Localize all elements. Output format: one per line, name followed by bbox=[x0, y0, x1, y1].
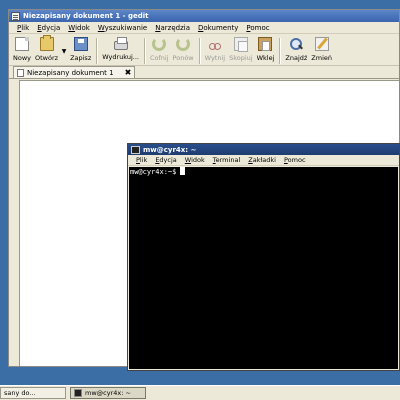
dropdown-arrow-icon: ▼ bbox=[61, 47, 67, 55]
term-menu-plik[interactable]: Plik bbox=[132, 156, 151, 164]
menu-plik[interactable]: Plik bbox=[13, 24, 33, 32]
redo-button-label: Ponów bbox=[172, 54, 194, 62]
gedit-app-icon bbox=[11, 11, 20, 21]
terminal-titlebar[interactable]: mw@cyr4x: ~ bbox=[128, 144, 399, 155]
menu-narzedzia[interactable]: Narzędzia bbox=[151, 24, 194, 32]
new-button-label: Nowy bbox=[13, 54, 32, 62]
menu-pomoc[interactable]: Pomoc bbox=[242, 24, 273, 32]
taskbar-item-gedit[interactable]: sany do... bbox=[0, 387, 66, 399]
open-button[interactable]: Otwórz bbox=[33, 35, 60, 66]
save-button[interactable]: Zapisz bbox=[68, 36, 93, 66]
new-button[interactable]: Nowy bbox=[11, 36, 33, 66]
gedit-toolbar: Nowy Otwórz ▼ Zapisz Wydrukuj... Cofnij … bbox=[9, 34, 399, 66]
replace-icon bbox=[314, 37, 329, 51]
toolbar-separator bbox=[144, 38, 145, 64]
cut-button[interactable]: Wytnij bbox=[203, 36, 227, 66]
printer-icon bbox=[113, 37, 128, 50]
taskbar-item-label: sany do... bbox=[4, 389, 36, 397]
redo-button[interactable]: Ponów bbox=[171, 36, 196, 66]
menu-edycja[interactable]: Edycja bbox=[33, 24, 64, 32]
gedit-menubar: Plik Edycja Widok Wyszukiwanie Narzędzia… bbox=[9, 22, 399, 34]
terminal-app-icon bbox=[131, 145, 140, 154]
menu-wyszukiwanie[interactable]: Wyszukiwanie bbox=[94, 24, 151, 32]
gedit-title: Niezapisany dokument 1 - gedit bbox=[23, 12, 149, 20]
terminal-window: mw@cyr4x: ~ Plik Edycja Widok Terminal Z… bbox=[127, 143, 400, 371]
redo-icon bbox=[176, 37, 191, 51]
term-menu-zakladki[interactable]: Zakładki bbox=[244, 156, 280, 164]
scissors-icon bbox=[208, 37, 222, 51]
terminal-menubar: Plik Edycja Widok Terminal Zakładki Pomo… bbox=[128, 155, 399, 166]
terminal-screen[interactable]: mw@cyr4x:~$ bbox=[129, 167, 398, 369]
save-icon bbox=[73, 37, 88, 51]
copy-icon bbox=[233, 37, 248, 52]
term-menu-widok[interactable]: Widok bbox=[181, 156, 209, 164]
find-button-label: Znajdź bbox=[285, 54, 308, 62]
close-tab-icon[interactable]: ✖ bbox=[125, 68, 132, 77]
save-button-label: Zapisz bbox=[70, 54, 92, 62]
terminal-prompt: mw@cyr4x:~$ bbox=[130, 168, 177, 176]
document-icon bbox=[17, 68, 24, 77]
replace-button[interactable]: Zmień bbox=[309, 36, 334, 66]
print-button[interactable]: Wydrukuj... bbox=[100, 36, 141, 66]
open-folder-icon bbox=[39, 35, 54, 51]
undo-button[interactable]: Cofnij bbox=[148, 36, 171, 66]
tab-label: Niezapisany dokument 1 bbox=[27, 68, 114, 77]
open-button-label: Otwórz bbox=[35, 54, 59, 62]
term-menu-pomoc[interactable]: Pomoc bbox=[280, 156, 310, 164]
replace-button-label: Zmień bbox=[311, 54, 333, 62]
toolbar-separator bbox=[279, 38, 281, 64]
paste-button[interactable]: Wklej bbox=[255, 36, 277, 66]
undo-icon bbox=[152, 37, 167, 51]
taskbar-item-label: mw@cyr4x: ~ bbox=[85, 389, 131, 397]
document-tabbar: Niezapisany dokument 1 ✖ bbox=[9, 66, 399, 79]
menu-widok[interactable]: Widok bbox=[64, 24, 94, 32]
toolbar-separator bbox=[96, 38, 98, 64]
paste-button-label: Wklej bbox=[256, 54, 275, 62]
term-menu-terminal[interactable]: Terminal bbox=[209, 156, 244, 164]
find-button[interactable]: Znajdź bbox=[283, 36, 309, 66]
cut-button-label: Wytnij bbox=[204, 54, 226, 62]
taskbar-item-terminal[interactable]: mw@cyr4x: ~ bbox=[70, 387, 146, 399]
copy-button[interactable]: Skopiuj bbox=[227, 36, 255, 66]
tab-niezapisany-dokument-1[interactable]: Niezapisany dokument 1 ✖ bbox=[13, 66, 136, 78]
undo-button-label: Cofnij bbox=[150, 54, 169, 62]
gedit-titlebar[interactable]: Niezapisany dokument 1 - gedit bbox=[9, 10, 399, 22]
clipboard-icon bbox=[258, 37, 273, 51]
open-recent-dropdown[interactable]: ▼ bbox=[60, 36, 68, 66]
term-menu-edycja[interactable]: Edycja bbox=[151, 156, 180, 164]
terminal-icon bbox=[74, 389, 82, 397]
copy-button-label: Skopiuj bbox=[229, 54, 253, 62]
menu-dokumenty[interactable]: Dokumenty bbox=[194, 24, 242, 32]
new-document-icon bbox=[15, 37, 29, 51]
taskbar: sany do... mw@cyr4x: ~ bbox=[0, 385, 400, 400]
terminal-title: mw@cyr4x: ~ bbox=[143, 145, 197, 154]
search-icon bbox=[289, 37, 303, 51]
text-cursor bbox=[180, 167, 186, 175]
toolbar-separator bbox=[198, 38, 200, 64]
print-button-label: Wydrukuj... bbox=[102, 53, 139, 61]
